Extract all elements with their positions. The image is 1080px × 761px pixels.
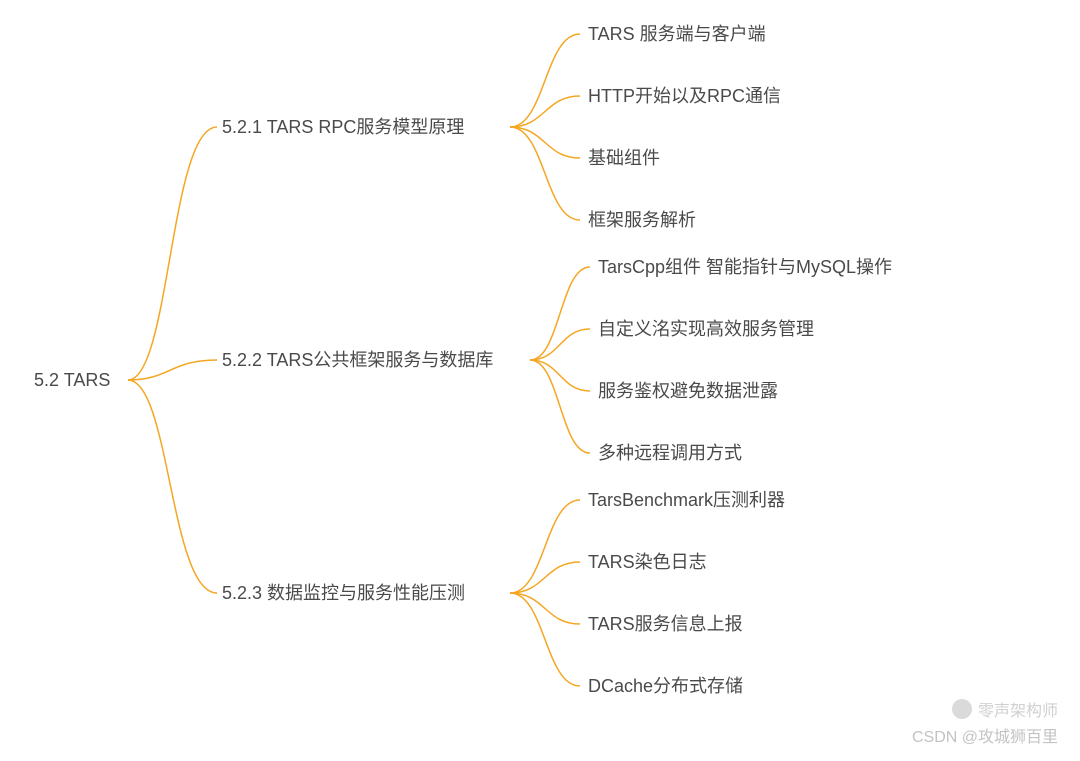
mindmap-connectors	[0, 0, 1080, 761]
leaf-node: TARS服务信息上报	[588, 612, 743, 637]
leaf-node: TARS染色日志	[588, 550, 707, 575]
watermark-secondary: CSDN @攻城狮百里	[912, 723, 1058, 747]
leaf-node: 服务鉴权避免数据泄露	[598, 379, 778, 404]
leaf-node: HTTP开始以及RPC通信	[588, 84, 781, 109]
leaf-node: TarsBenchmark压测利器	[588, 488, 785, 513]
root-node: 5.2 TARS	[34, 368, 110, 393]
branch-node: 5.2.1 TARS RPC服务模型原理	[222, 115, 464, 140]
watermark-primary: 零声架构师	[952, 697, 1058, 721]
leaf-node: TarsCpp组件 智能指针与MySQL操作	[598, 255, 892, 280]
branch-node: 5.2.2 TARS公共框架服务与数据库	[222, 348, 493, 373]
leaf-node: TARS 服务端与客户端	[588, 22, 766, 47]
watermark-primary-text: 零声架构师	[978, 697, 1058, 721]
leaf-node: 自定义洺实现高效服务管理	[598, 317, 814, 342]
leaf-node: 多种远程调用方式	[598, 441, 742, 466]
leaf-node: 基础组件	[588, 146, 660, 171]
leaf-node: DCache分布式存储	[588, 674, 743, 699]
leaf-node: 框架服务解析	[588, 208, 696, 233]
wechat-icon	[952, 699, 972, 719]
branch-node: 5.2.3 数据监控与服务性能压测	[222, 581, 465, 606]
